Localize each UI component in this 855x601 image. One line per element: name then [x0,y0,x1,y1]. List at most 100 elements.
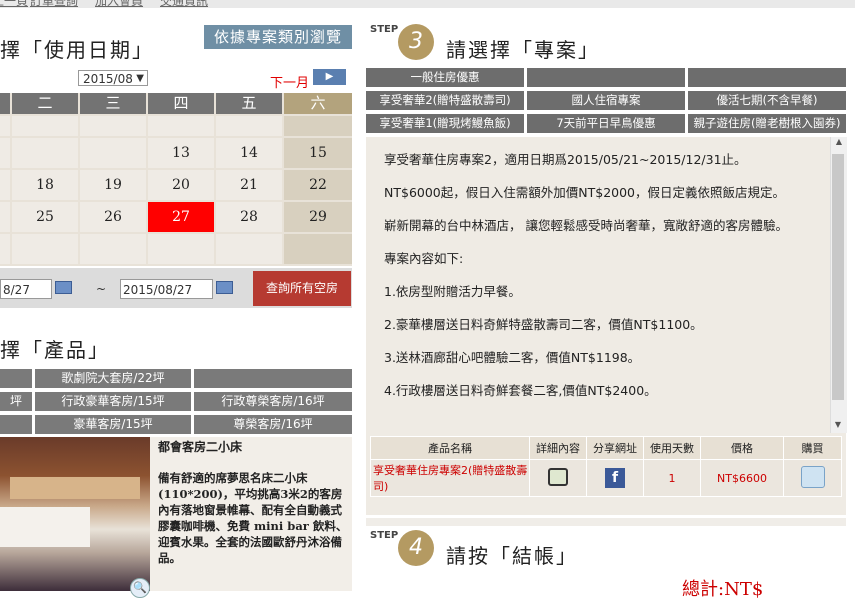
calendar-day [0,116,10,136]
calendar-day [80,234,146,264]
plan-tab[interactable] [527,68,685,87]
calendar-day [0,202,10,232]
calendar-day [80,138,146,168]
book-icon[interactable] [548,467,568,486]
top-nav: 上一頁 訂單查詢 加入會員 交通資訊 [0,0,855,8]
room-type-tab[interactable]: 歌劇院大套房/22坪 [35,369,191,388]
cart-icon[interactable] [800,465,825,488]
weekday-header: 二 [12,93,78,114]
column-header: 詳細內容 [529,436,587,460]
calendar-day[interactable]: 18 [12,170,78,200]
table-header-row: 產品名稱 詳細內容 分享網址 使用天數 價格 購買 [370,436,842,460]
search-all-rooms-button[interactable]: 查詢所有空房 [253,271,351,306]
room-type-tab[interactable] [194,369,352,388]
scroll-up-icon[interactable]: ▲ [831,137,847,146]
scroll-down-icon[interactable]: ▼ [830,420,846,429]
calendar-day [216,234,282,264]
calendar-day[interactable]: 20 [148,170,214,200]
plan-tab[interactable]: 國人住宿專案 [527,91,685,110]
buy-cell [783,459,842,497]
step-label: STEP [370,530,399,541]
nav-link[interactable]: 加入會員 [95,0,143,8]
start-date-input[interactable]: 8/27 [0,279,52,299]
scrollbar-thumb[interactable] [832,154,844,400]
section-divider [366,518,846,526]
next-month-label[interactable]: 下一月 [270,72,309,91]
column-header: 價格 [700,436,784,460]
weekday-header: 六 [284,93,352,114]
calendar-day[interactable]: 27 [148,202,214,232]
weekday-header [0,93,10,114]
chevron-down-icon: ▼ [136,73,144,84]
plan-tab[interactable]: 7天前平日早鳥優惠 [527,114,685,133]
date-section-title: 擇「使用日期」 [0,38,154,62]
room-type-tab[interactable]: 行政豪華客房/15坪 [35,392,191,411]
room-type-tab[interactable] [0,415,32,434]
step3-title: 請選擇「專案」 [446,38,600,62]
room-type-tab[interactable]: 尊榮客房/16坪 [194,415,352,434]
weekday-header: 五 [216,93,282,114]
browse-by-category-button[interactable]: 依據專案類別瀏覽 [204,25,352,49]
month-select[interactable]: 2015/08 ▼ [78,70,148,86]
calendar-day [80,116,146,136]
calendar-day [12,116,78,136]
weekday-header: 三 [80,93,146,114]
calendar-day [0,234,10,264]
step4-title: 請按「結帳」 [446,544,578,568]
calendar-day [0,138,10,168]
room-type-tab[interactable]: 豪華客房/15坪 [35,415,191,434]
plan-paragraph: NT$6000起，假日入住需額外加價NT$2000，假日定義依照飯店規定。 [384,185,786,200]
calendar-icon[interactable] [216,281,233,294]
room-title: 都會客房二小床 [158,440,243,454]
calendar-day[interactable]: 22 [284,170,352,200]
calendar-day [148,116,214,136]
nav-link[interactable]: 上一頁 [0,0,28,8]
bed [0,507,90,547]
calendar-day[interactable]: 29 [284,202,352,232]
next-month-button[interactable]: ▶ [313,69,346,85]
calendar-day [148,234,214,264]
plan-tab[interactable] [688,68,846,87]
plan-paragraph: 4.行政樓層送日料奇鮮套餐二客,價值NT$2400。 [384,383,657,398]
calendar-icon[interactable] [55,281,72,294]
step-number-badge: 3 [398,24,434,60]
nav-link[interactable]: 交通資訊 [160,0,208,8]
room-type-tab[interactable]: 行政尊榮客房/16坪 [194,392,352,411]
plan-tab[interactable]: 享受奢華2(贈特盛散壽司) [366,91,524,110]
calendar-day[interactable]: 25 [12,202,78,232]
facebook-icon[interactable]: f [605,468,625,488]
room-type-tab[interactable] [0,369,32,388]
room-description: 備有舒適的席夢思名床二小床(110*200)，平均挑高3米2的客房內有落地窗景帷… [158,471,348,565]
total-label: 總計:NT$ [682,579,764,600]
calendar-day[interactable]: 15 [284,138,352,168]
share-cell: f [586,459,644,497]
calendar-day[interactable]: 28 [216,202,282,232]
calendar-day[interactable]: 21 [216,170,282,200]
calendar-day[interactable]: 13 [148,138,214,168]
table-row: 享受奢華住房專案2(贈特盛散壽司) f 1 NT$6600 [370,459,842,497]
calendar-day [284,234,352,264]
room-photo [0,437,150,591]
step-label: STEP [370,24,399,35]
detail-cell [529,459,587,497]
column-header: 購買 [783,436,842,460]
plan-tab[interactable]: 親子遊住房(贈老樹根入園券) [688,114,846,133]
plan-tab[interactable]: 一般住房優惠 [366,68,524,87]
month-value: 2015/08 [83,72,133,86]
room-type-tab[interactable]: 坪 [0,392,32,411]
plan-paragraph: 2.豪華樓層送日料奇鮮特盛散壽司二客，價值NT$1100。 [384,317,703,332]
calendar-day[interactable]: 26 [80,202,146,232]
plan-tab[interactable]: 享受奢華1(贈現烤鰻魚飯) [366,114,524,133]
product-table: 產品名稱 詳細內容 分享網址 使用天數 價格 購買 享受奢華住房專案2(贈特盛散… [370,436,842,497]
product-name[interactable]: 享受奢華住房專案2(贈特盛散壽司) [370,459,530,497]
calendar-day[interactable]: 19 [80,170,146,200]
calendar-day[interactable]: 14 [216,138,282,168]
plan-paragraph: 嶄新開幕的台中林酒店， 讓您輕鬆感受時尚奢華，寬敞舒適的客房體驗。 [384,218,788,233]
arrow-right-icon: ▶ [325,71,334,82]
zoom-icon[interactable]: 🔍 [130,578,150,598]
nav-link[interactable]: 訂單查詢 [30,0,78,8]
plan-tab[interactable]: 優活七期(不含早餐) [688,91,846,110]
end-date-input[interactable]: 2015/08/27 [120,279,213,299]
product-section-title: 擇「產品」 [0,338,110,362]
column-header: 產品名稱 [370,436,530,460]
